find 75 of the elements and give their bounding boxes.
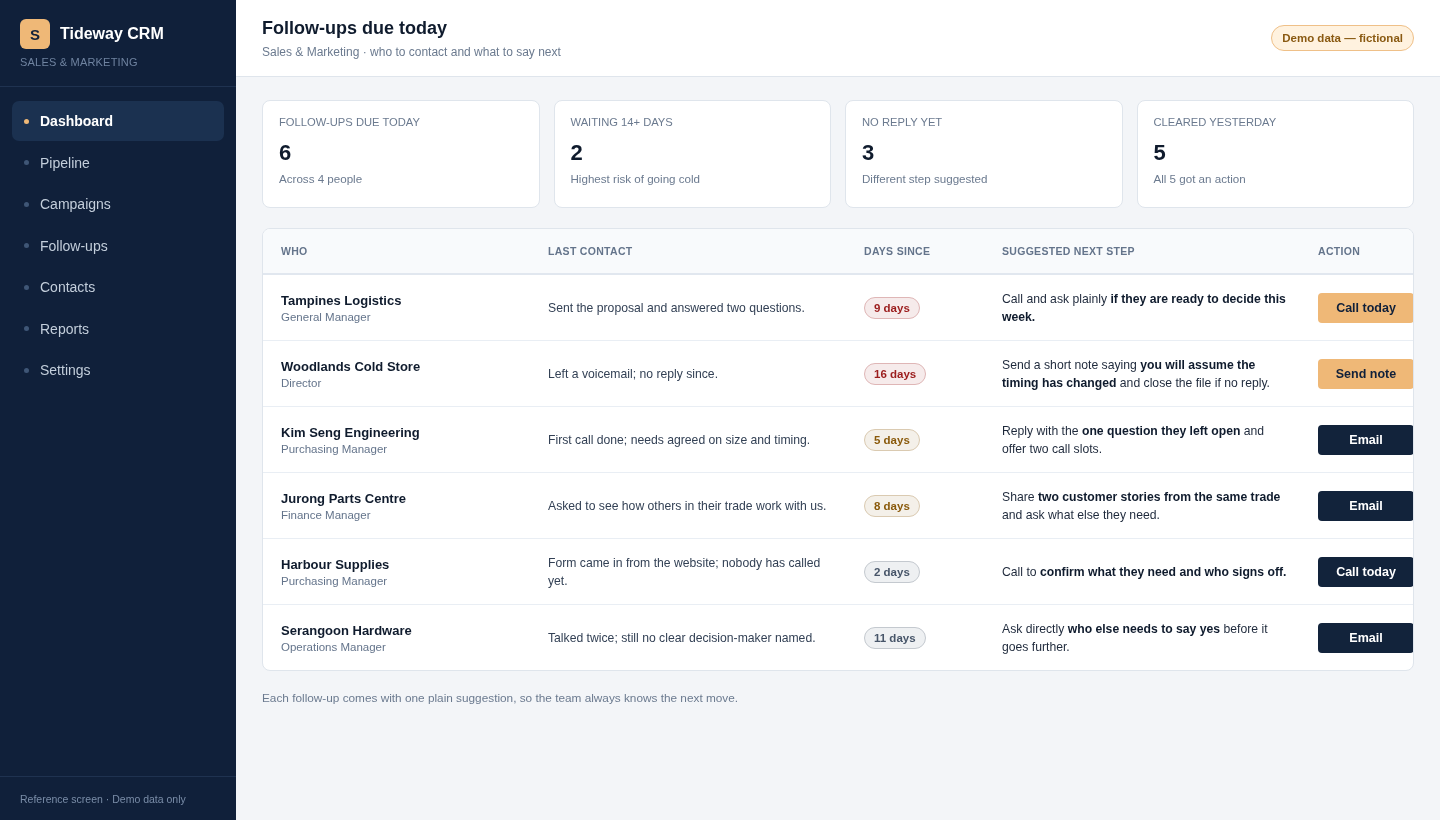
days-since-pill: 11 days: [864, 626, 926, 649]
nav-item[interactable]: Contacts: [12, 267, 224, 307]
company-name: Woodlands Cold Store: [281, 358, 422, 374]
stat-value: 5: [1153, 140, 1167, 166]
last-contact-text: Talked twice; still no clear decision-maker named.: [548, 629, 817, 647]
page-subtitle: Sales & Marketing · who to contact and what to say next: [262, 44, 561, 59]
stat-note: Highest risk of going cold: [570, 172, 702, 185]
nav-item[interactable]: Pipeline: [12, 142, 224, 183]
column-header: WHO: [263, 229, 530, 274]
action-button[interactable]: Email: [1318, 490, 1413, 521]
suggested-step-text: Call to confirm what they need and who signs off.: [1002, 563, 1288, 581]
company-name: Tampines Logistics: [281, 292, 403, 308]
brand-subtitle: SALES & MARKETING: [20, 56, 139, 68]
stat-value: 3: [862, 140, 876, 166]
stat-value: 2: [570, 140, 584, 166]
bullet-icon: [24, 284, 29, 290]
stat-label: NO REPLY YET: [862, 116, 944, 128]
nav-item[interactable]: Settings: [12, 350, 224, 390]
stat-note: Different step suggested: [862, 172, 989, 185]
bullet-icon: [24, 201, 29, 207]
bullet-icon: [24, 367, 29, 373]
stat-label: WAITING 14+ DAYS: [570, 116, 674, 128]
last-contact-text: Form came in from the website; nobody has called yet.: [548, 554, 822, 590]
suggested-step-text: Call and ask plainly if they are ready to decide this week.: [1002, 290, 1287, 326]
demo-data-badge: Demo data — fictional: [1271, 25, 1414, 51]
contact-role: Finance Manager: [281, 508, 372, 521]
last-contact-text: First call done; needs agreed on size and timing.: [548, 431, 812, 449]
stat-label: FOLLOW-UPS DUE TODAY: [279, 116, 421, 128]
action-button[interactable]: Call today: [1318, 556, 1413, 587]
action-button[interactable]: Email: [1318, 622, 1413, 653]
company-name: Jurong Parts Centre: [281, 490, 407, 506]
action-button[interactable]: Call today: [1318, 292, 1413, 323]
stat-note: All 5 got an action: [1153, 172, 1247, 185]
stat-note: Across 4 people: [279, 172, 364, 185]
contact-role: Director: [281, 376, 323, 389]
contact-role: Purchasing Manager: [281, 442, 389, 455]
company-name: Kim Seng Engineering: [281, 424, 421, 440]
brand-name: Tideway CRM: [60, 25, 164, 43]
suggested-step-text: Send a short note saying you will assume the timing has changed and close the file if no reply.: [1002, 356, 1271, 392]
contact-role: Operations Manager: [281, 640, 387, 653]
bullet-icon: [24, 160, 29, 165]
stat-label: CLEARED YESTERDAY: [1153, 116, 1278, 128]
bullet-icon: [24, 326, 29, 331]
nav-item[interactable]: Campaigns: [12, 184, 224, 224]
column-header: SUGGESTED NEXT STEP: [984, 229, 1300, 274]
suggested-step-text: Reply with the one question they left open and offer two call slots.: [1002, 422, 1266, 458]
days-since-pill: 16 days: [864, 362, 927, 385]
contact-role: General Manager: [281, 310, 372, 323]
column-header: DAYS SINCE: [846, 229, 984, 274]
suggested-step-text: Share two customer stories from the same trade and ask what else they need.: [1002, 488, 1282, 524]
nav-item[interactable]: Follow-ups: [12, 225, 224, 266]
column-header: ACTION: [1300, 229, 1413, 274]
days-since-pill: 8 days: [864, 494, 920, 517]
last-contact-text: Sent the proposal and answered two questions.: [548, 299, 806, 317]
action-button[interactable]: Email: [1318, 424, 1413, 455]
action-button[interactable]: Send note: [1318, 358, 1413, 389]
days-since-pill: 2 days: [864, 560, 920, 583]
page-title: Follow-ups due today: [262, 17, 448, 39]
stat-value: 6: [279, 140, 293, 166]
sidebar-footer-note: Reference screen · Demo data only: [20, 793, 186, 805]
footnote: Each follow-up comes with one plain suggestion, so the team always knows the next move.: [262, 691, 740, 705]
contact-role: Purchasing Manager: [281, 574, 389, 587]
nav-item[interactable]: Reports: [12, 308, 224, 349]
days-since-pill: 9 days: [864, 296, 920, 319]
suggested-step-text: Ask directly who else needs to say yes before it goes further.: [1002, 620, 1269, 656]
last-contact-text: Asked to see how others in their trade work with us.: [548, 497, 828, 515]
company-name: Serangoon Hardware: [281, 622, 413, 638]
column-header: LAST CONTACT: [530, 229, 846, 274]
last-contact-text: Left a voicemail; no reply since.: [548, 365, 720, 383]
bullet-icon: [24, 118, 29, 124]
days-since-pill: 5 days: [864, 428, 920, 451]
nav-item[interactable]: Dashboard: [12, 101, 224, 141]
logo-tile: S: [20, 19, 50, 49]
company-name: Harbour Supplies: [281, 556, 391, 572]
bullet-icon: [24, 243, 29, 248]
